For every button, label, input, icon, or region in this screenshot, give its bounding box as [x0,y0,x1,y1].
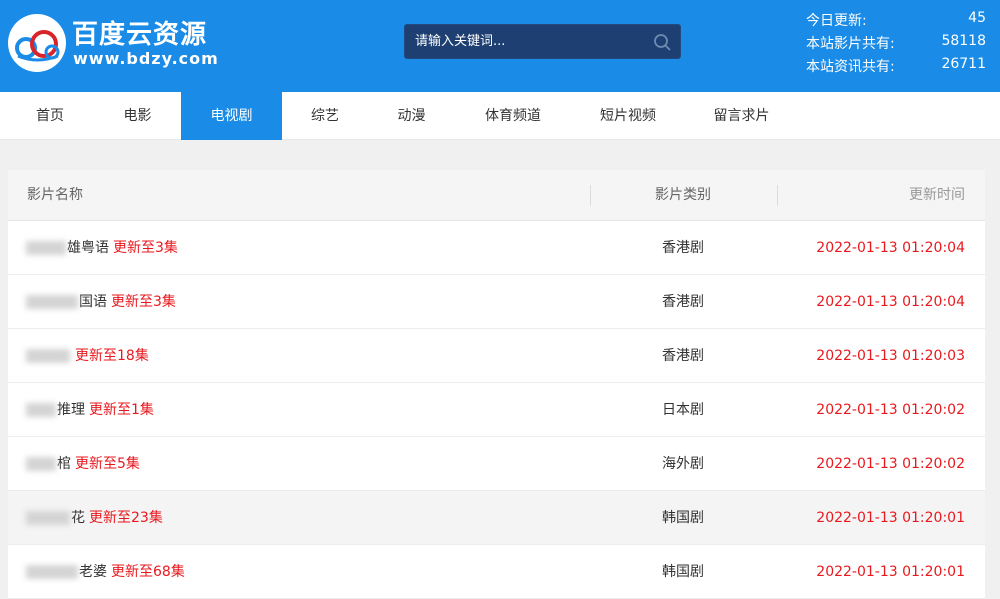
stat-value: 45 [968,10,986,26]
title-cell[interactable]: 棺更新至5集 [26,437,140,491]
update-status: 更新至18集 [75,348,149,364]
stat-today-updates: 今日更新: 45 [806,8,986,31]
update-status: 更新至68集 [111,564,185,580]
title-cell[interactable]: 更新至18集 [26,329,149,383]
category-cell: 韩国剧 [662,564,704,580]
update-status: 更新至3集 [113,240,178,256]
column-divider [777,185,778,206]
table-row[interactable]: 雄粤语 更新至3集 香港剧 2022-01-13 01:20:04 [8,221,985,275]
nav-item-home[interactable]: 首页 [0,92,100,140]
site-url: www.bdzy.com [73,49,219,68]
title-cell[interactable]: 雄粤语 更新至3集 [26,221,178,275]
search-icon [654,34,671,51]
time-cell: 2022-01-13 01:20:02 [816,456,965,472]
table-row[interactable]: 老婆 更新至68集 韩国剧 2022-01-13 01:20:01 [8,545,985,599]
table-row[interactable]: 更新至18集 香港剧 2022-01-13 01:20:03 [8,329,985,383]
site-stats: 今日更新: 45 本站影片共有: 58118 本站资讯共有: 26711 [806,8,986,77]
redacted-text [26,349,70,363]
search-box [404,24,681,59]
category-cell: 海外剧 [662,456,704,472]
search-input[interactable] [405,25,645,58]
title-cell[interactable]: 老婆 更新至68集 [26,545,185,599]
table-row[interactable]: 花更新至23集 韩国剧 2022-01-13 01:20:01 [8,491,985,545]
nav-item-movies[interactable]: 电影 [100,92,175,140]
redacted-text [26,511,70,525]
stat-value: 58118 [941,33,986,49]
update-status: 更新至5集 [75,456,140,472]
time-cell: 2022-01-13 01:20:02 [816,402,965,418]
title-text: 老婆 [79,564,107,580]
site-logo[interactable]: 百度云资源 www.bdzy.com [8,12,223,72]
column-header-name: 影片名称 [27,187,83,203]
search-button[interactable] [650,30,674,54]
title-cell[interactable]: 花更新至23集 [26,491,163,545]
table-row[interactable]: 国语 更新至3集 香港剧 2022-01-13 01:20:04 [8,275,985,329]
nav-item-sports[interactable]: 体育频道 [455,92,571,140]
category-cell: 香港剧 [662,240,704,256]
column-header-category: 影片类别 [655,187,711,203]
title-cell[interactable]: 推理 更新至1集 [26,383,154,437]
title-text: 棺 [57,456,71,472]
category-cell: 韩国剧 [662,510,704,526]
category-cell: 香港剧 [662,348,704,364]
stat-total-videos: 本站影片共有: 58118 [806,31,986,54]
title-text: 雄粤语 [67,240,109,256]
column-header-time: 更新时间 [909,187,965,203]
time-cell: 2022-01-13 01:20:04 [816,294,965,310]
update-status: 更新至3集 [111,294,176,310]
nav-item-anime[interactable]: 动漫 [368,92,455,140]
nav-item-variety[interactable]: 综艺 [282,92,368,140]
stat-label: 本站资讯共有: [806,59,895,75]
stat-value: 26711 [941,56,986,72]
redacted-text [26,565,78,579]
table-row[interactable]: 推理 更新至1集 日本剧 2022-01-13 01:20:02 [8,383,985,437]
redacted-text [26,403,56,417]
table-header: 影片名称 影片类别 更新时间 [8,170,985,221]
time-cell: 2022-01-13 01:20:01 [816,510,965,526]
category-cell: 香港剧 [662,294,704,310]
main-nav: 首页 电影 电视剧 综艺 动漫 体育频道 短片视频 留言求片 [0,92,1000,140]
title-text: 推理 [57,402,85,418]
nav-item-request[interactable]: 留言求片 [685,92,798,140]
time-cell: 2022-01-13 01:20:04 [816,240,965,256]
stat-label: 今日更新: [806,13,867,29]
time-cell: 2022-01-13 01:20:03 [816,348,965,364]
title-cell[interactable]: 国语 更新至3集 [26,275,176,329]
cloud-logo-icon [8,14,66,72]
nav-item-short-videos[interactable]: 短片视频 [571,92,685,140]
nav-item-tv-series[interactable]: 电视剧 [181,92,282,140]
redacted-text [26,241,66,255]
update-status: 更新至23集 [89,510,163,526]
time-cell: 2022-01-13 01:20:01 [816,564,965,580]
table-row[interactable]: 棺更新至5集 海外剧 2022-01-13 01:20:02 [8,437,985,491]
column-divider [590,185,591,206]
site-header: 百度云资源 www.bdzy.com 今日更新: 45 本站影片共有: 5811… [0,0,1000,92]
update-status: 更新至1集 [89,402,154,418]
title-text: 国语 [79,294,107,310]
site-title: 百度云资源 [72,20,208,50]
redacted-text [26,295,78,309]
stat-label: 本站影片共有: [806,36,895,52]
redacted-text [26,457,56,471]
category-cell: 日本剧 [662,402,704,418]
update-table: 影片名称 影片类别 更新时间 雄粤语 更新至3集 香港剧 2022-01-13 0… [8,170,985,599]
title-text: 花 [71,510,85,526]
stat-total-articles: 本站资讯共有: 26711 [806,54,986,77]
